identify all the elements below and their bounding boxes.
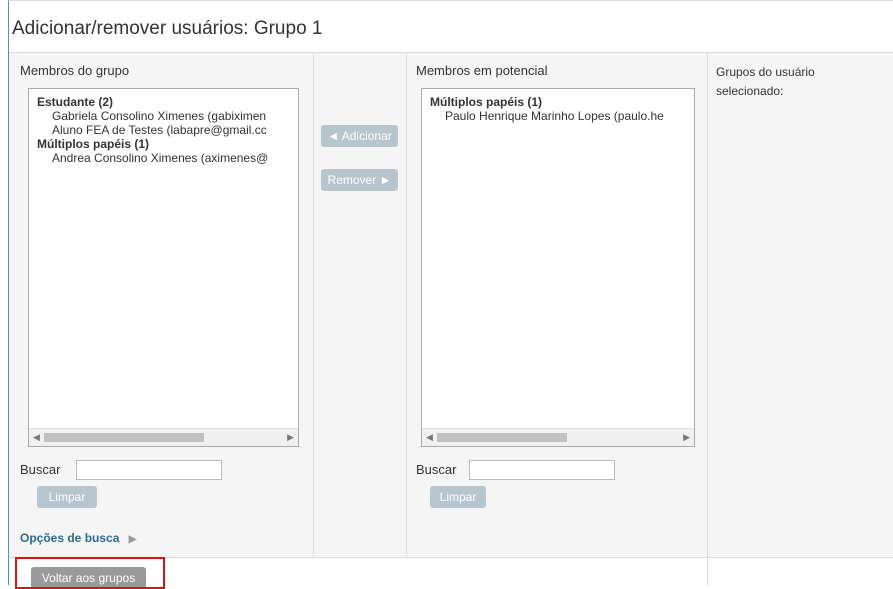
members-select[interactable]: Estudante (2) Gabriela Consolino Ximenes…: [28, 88, 299, 447]
horizontal-scrollbar[interactable]: ◀ ▶: [422, 428, 694, 446]
caret-right-icon: ▶: [128, 534, 137, 545]
scrollbar-thumb[interactable]: [437, 433, 567, 442]
optgroup-label: Múltiplos papéis (1): [37, 137, 150, 151]
potential-clear-button[interactable]: Limpar: [430, 486, 486, 508]
search-label: Buscar: [416, 462, 457, 477]
search-options-link[interactable]: Opções de busca ▶: [20, 531, 136, 545]
optgroup-label: Múltiplos papéis (1): [430, 95, 543, 109]
members-search-input[interactable]: [76, 460, 222, 480]
remove-button[interactable]: Remover ►: [321, 169, 398, 191]
scroll-left-icon[interactable]: ◀: [33, 432, 40, 442]
user-groups-column: [708, 53, 893, 558]
divider: [707, 53, 708, 585]
members-label: Membros do grupo: [20, 63, 130, 78]
scroll-right-icon[interactable]: ▶: [287, 432, 294, 442]
potential-search-input[interactable]: [469, 460, 615, 480]
list-item[interactable]: Gabriela Consolino Ximenes (gabiximen: [37, 109, 298, 123]
optgroup-label: Estudante (2): [37, 95, 114, 109]
search-label: Buscar: [20, 462, 61, 477]
search-options-label: Opções de busca: [20, 531, 120, 545]
potential-label: Membros em potencial: [416, 63, 548, 78]
horizontal-scrollbar[interactable]: ◀ ▶: [29, 428, 298, 446]
list-item[interactable]: Aluno FEA de Testes (labapre@gmail.cc: [37, 123, 298, 137]
divider: [406, 53, 407, 558]
divider: [313, 53, 314, 558]
potential-select[interactable]: Múltiplos papéis (1) Paulo Henrique Mari…: [421, 88, 695, 447]
scroll-left-icon[interactable]: ◀: [426, 432, 433, 442]
highlight-box: [15, 557, 165, 589]
page-title: Adicionar/remover usuários: Grupo 1: [12, 18, 323, 39]
scrollbar-thumb[interactable]: [44, 433, 204, 442]
members-clear-button[interactable]: Limpar: [37, 486, 97, 508]
scroll-right-icon[interactable]: ▶: [683, 432, 690, 442]
list-item[interactable]: Paulo Henrique Marinho Lopes (paulo.he: [430, 109, 694, 123]
user-groups-label: Grupos do usuário selecionado:: [716, 65, 815, 98]
add-button[interactable]: ◄ Adicionar: [321, 125, 398, 147]
list-item[interactable]: Andrea Consolino Ximenes (aximenes@: [37, 151, 298, 165]
